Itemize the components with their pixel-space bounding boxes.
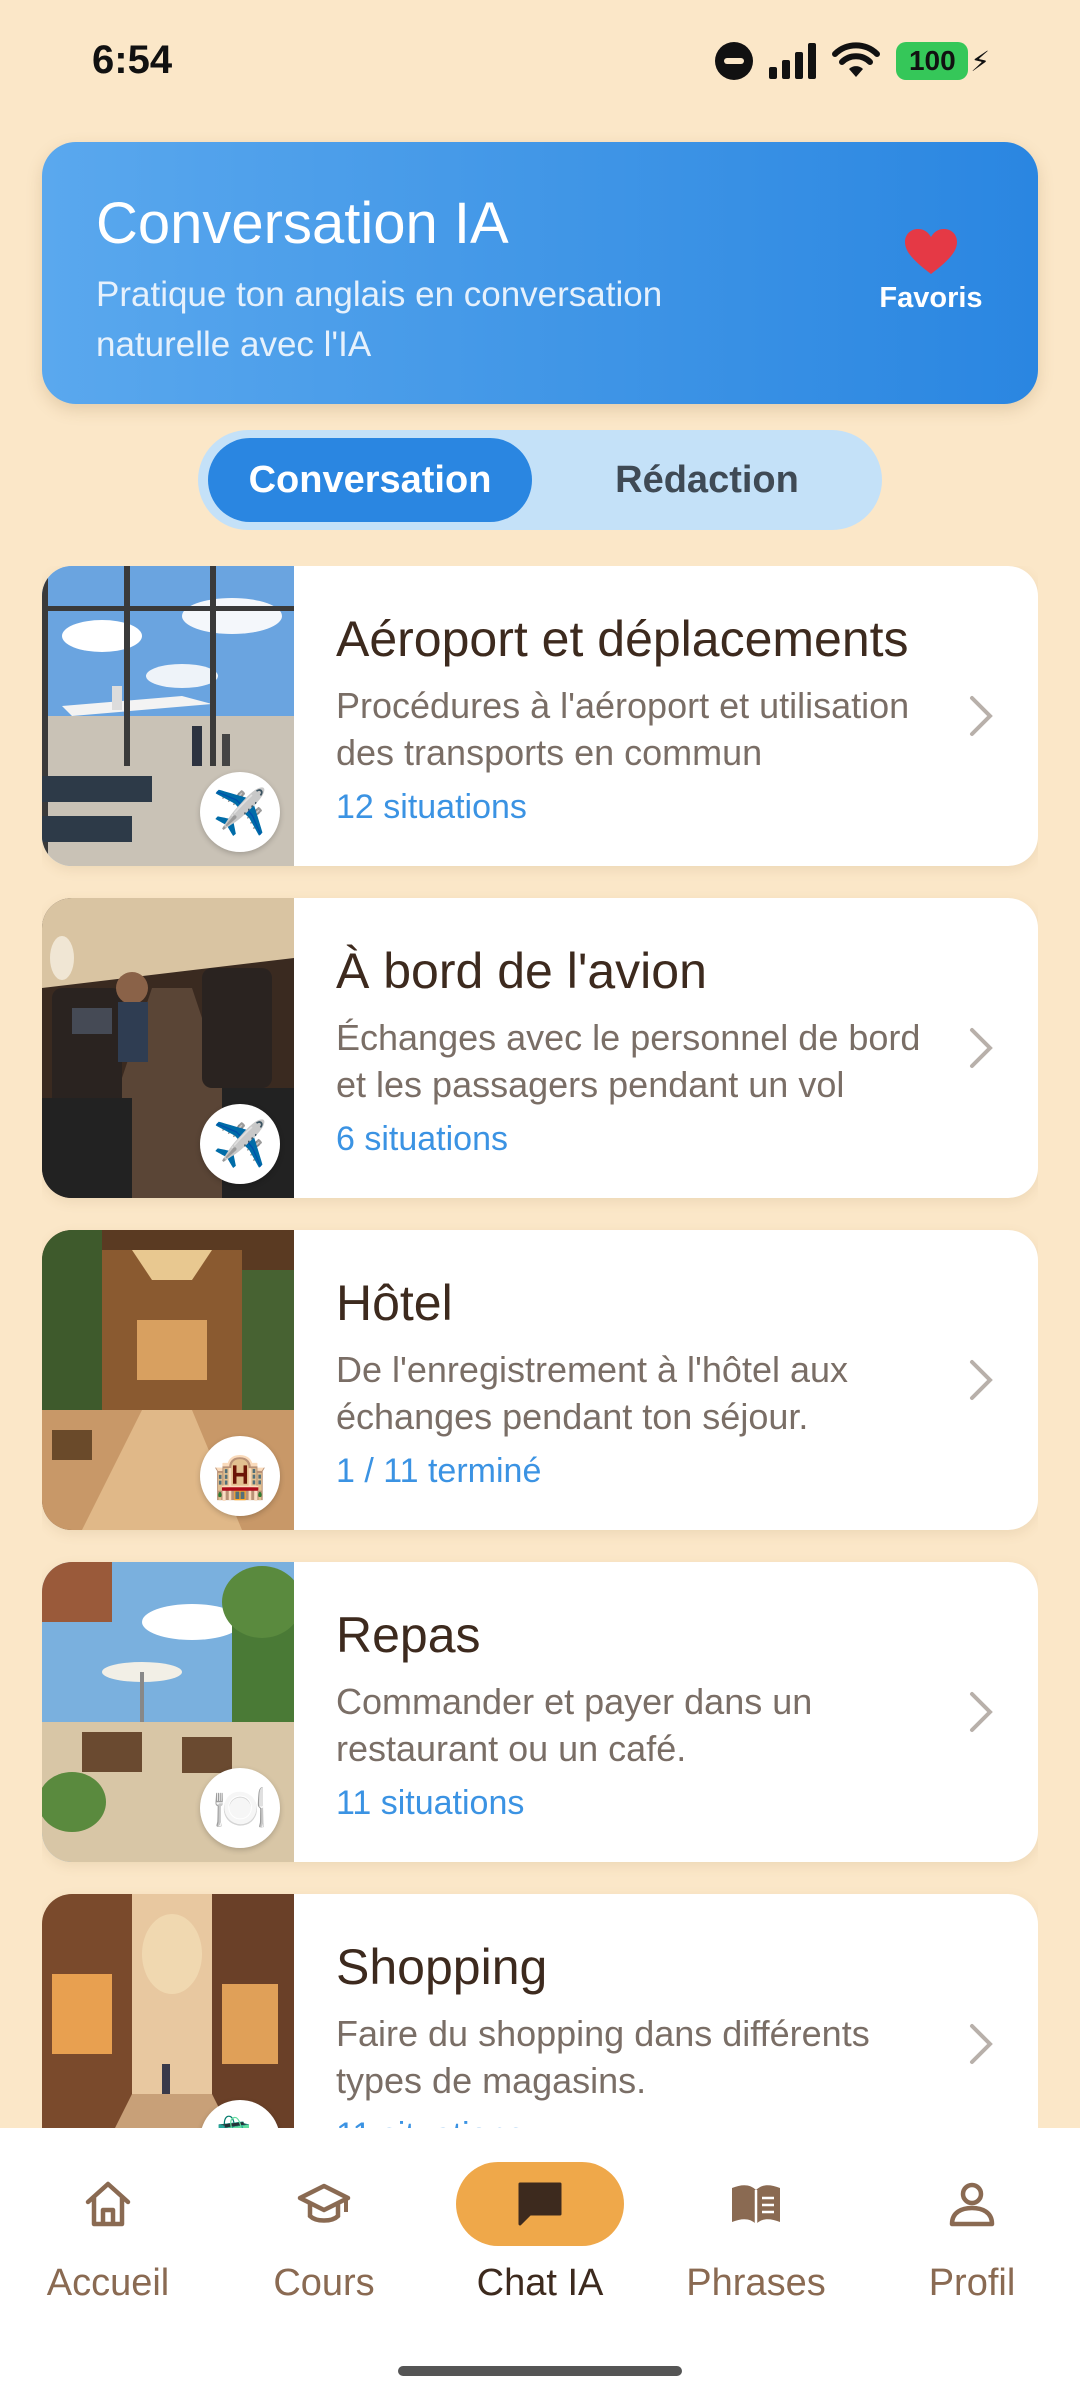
header-card: Conversation IA Pratique ton anglais en … bbox=[42, 142, 1038, 404]
chevron-right-icon bbox=[970, 1692, 993, 1732]
category-description: De l'enregistrement à l'hôtel aux échang… bbox=[336, 1349, 849, 1437]
category-description: Échanges avec le personnel de bord et le… bbox=[336, 1017, 921, 1105]
hotel-icon: 🏨 bbox=[200, 1436, 280, 1516]
status-icons: 100 ⚡ bbox=[715, 36, 990, 86]
shopping-street-image bbox=[42, 1894, 294, 2128]
nav-label: Cours bbox=[273, 2262, 375, 2304]
category-description: Procédures à l'aéroport et utilisation d… bbox=[336, 685, 910, 773]
category-situation-count: 11 situations bbox=[336, 2116, 524, 2128]
home-indicator[interactable] bbox=[398, 2366, 682, 2376]
chevron-right-icon bbox=[970, 1028, 993, 1068]
home-icon bbox=[85, 2181, 131, 2227]
battery-level: 100 bbox=[896, 42, 969, 80]
nav-label: Phrases bbox=[686, 2262, 826, 2304]
category-situation-count: 12 situations bbox=[336, 788, 527, 826]
category-title: Aéroport et déplacements bbox=[336, 611, 909, 667]
category-description: Commander et payer dans un restaurant ou… bbox=[336, 1681, 813, 1769]
cellular-signal-icon bbox=[769, 43, 817, 79]
do-not-disturb-icon bbox=[715, 42, 754, 80]
chat-bubble-icon bbox=[518, 2182, 562, 2226]
battery-indicator: 100 ⚡ bbox=[896, 42, 990, 80]
wifi-icon bbox=[832, 42, 881, 77]
airplane-icon: ✈️ bbox=[200, 1104, 280, 1184]
category-card-meals[interactable]: 🍽️ Repas Commander et payer dans un rest… bbox=[42, 1562, 1038, 1862]
nav-item-chat-ia[interactable]: Chat IA bbox=[440, 2162, 640, 2305]
nav-item-accueil[interactable]: Accueil bbox=[8, 2162, 208, 2305]
category-description: Faire du shopping dans différents types … bbox=[336, 2013, 870, 2101]
chevron-right-icon bbox=[970, 696, 993, 736]
tab-redaction[interactable]: Rédaction bbox=[542, 438, 872, 522]
chevron-right-icon bbox=[970, 1360, 993, 1400]
category-card-hotel[interactable]: 🏨 Hôtel De l'enregistrement à l'hôtel au… bbox=[42, 1230, 1038, 1530]
category-card-on-board[interactable]: ✈️ À bord de l'avion Échanges avec le pe… bbox=[42, 898, 1038, 1198]
book-icon bbox=[732, 2185, 780, 2224]
category-card-airport[interactable]: ✈️ Aéroport et déplacements Procédures à… bbox=[42, 566, 1038, 866]
category-title: Hôtel bbox=[336, 1275, 453, 1331]
heart-icon bbox=[905, 229, 957, 274]
airplane-icon: ✈️ bbox=[200, 772, 280, 852]
category-title: Repas bbox=[336, 1607, 481, 1663]
category-situation-count: 11 situations bbox=[336, 1784, 525, 1822]
nav-label: Accueil bbox=[46, 2262, 170, 2304]
chevron-right-icon bbox=[970, 2024, 993, 2064]
category-situation-count: 6 situations bbox=[336, 1120, 508, 1158]
page-subtitle: Pratique ton anglais en conversation nat… bbox=[96, 275, 663, 364]
category-title: Shopping bbox=[336, 1939, 548, 1995]
nav-item-cours[interactable]: Cours bbox=[224, 2162, 424, 2305]
nav-item-phrases[interactable]: Phrases bbox=[656, 2162, 856, 2305]
active-nav-indicator bbox=[456, 2162, 624, 2246]
nav-item-profil[interactable]: Profil bbox=[872, 2162, 1072, 2305]
person-icon bbox=[949, 2182, 995, 2227]
nav-label: Chat IA bbox=[476, 2262, 604, 2304]
tab-conversation[interactable]: Conversation bbox=[208, 438, 532, 522]
charging-bolt-icon: ⚡ bbox=[970, 45, 990, 77]
graduation-cap-icon bbox=[297, 2183, 351, 2223]
category-progress: 1 / 11 terminé bbox=[336, 1452, 542, 1490]
mode-segmented-control: Conversation Rédaction bbox=[198, 430, 882, 530]
category-list: ✈️ Aéroport et déplacements Procédures à… bbox=[42, 566, 1038, 2128]
favorites-label: Favoris bbox=[879, 282, 983, 314]
category-card-shopping[interactable]: 🛍️ Shopping Faire du shopping dans diffé… bbox=[42, 1894, 1038, 2128]
nav-label: Profil bbox=[928, 2262, 1016, 2304]
status-time: 6:54 bbox=[92, 38, 173, 82]
favorites-button[interactable]: Favoris bbox=[876, 228, 986, 315]
plate-icon: 🍽️ bbox=[200, 1768, 280, 1848]
status-bar: 6:54 100 ⚡ bbox=[0, 0, 1080, 120]
page-title: Conversation IA bbox=[96, 191, 509, 256]
bottom-navigation: Accueil Cours Chat IA Phrases Profil bbox=[0, 2128, 1080, 2400]
category-title: À bord de l'avion bbox=[336, 943, 707, 999]
